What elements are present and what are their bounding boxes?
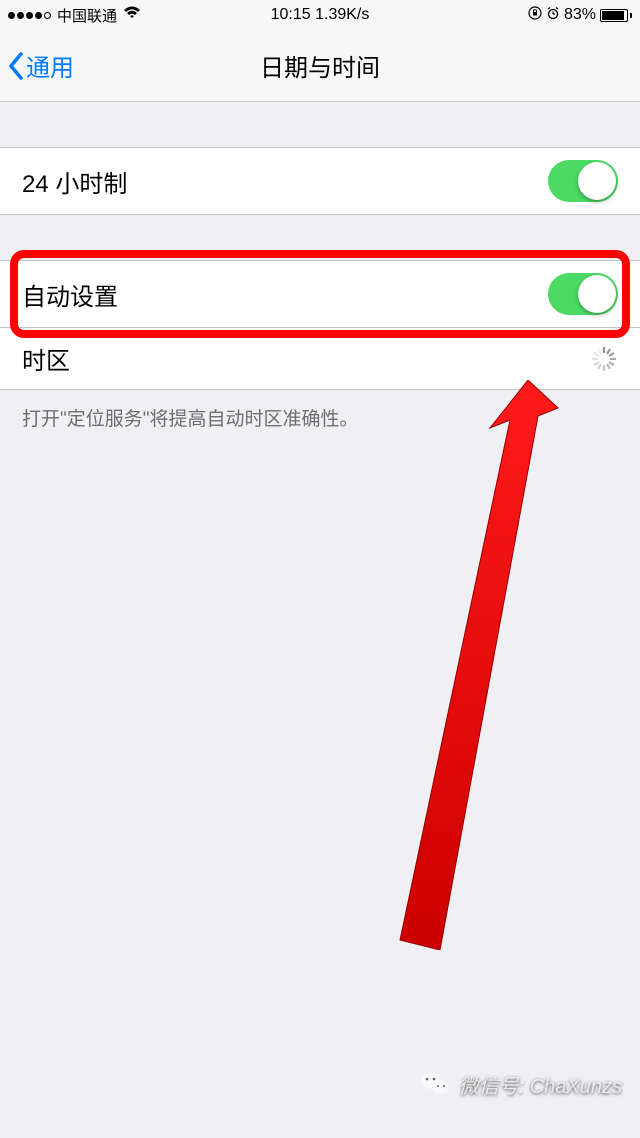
watermark-text: 微信号: ChaXunzs bbox=[459, 1070, 622, 1099]
battery-icon bbox=[600, 9, 632, 22]
toggle-24hour[interactable] bbox=[548, 160, 618, 202]
back-label: 通用 bbox=[26, 48, 74, 83]
carrier-label: 中国联通 bbox=[57, 5, 117, 26]
alarm-icon bbox=[546, 6, 560, 25]
row-auto-set-label: 自动设置 bbox=[22, 277, 118, 312]
row-24hour[interactable]: 24 小时制 bbox=[0, 147, 640, 215]
toggle-auto-set[interactable] bbox=[548, 273, 618, 315]
status-time: 10:15 1.39K/s bbox=[271, 6, 370, 24]
footer-hint: 打开"定位服务"将提高自动时区准确性。 bbox=[0, 390, 640, 445]
battery-percent: 83% bbox=[564, 6, 596, 24]
status-bar: 中国联通 10:15 1.39K/s 83% bbox=[0, 0, 640, 30]
loading-spinner-icon bbox=[590, 345, 618, 373]
watermark: 微信号: ChaXunzs bbox=[419, 1068, 622, 1100]
status-left: 中国联通 bbox=[8, 5, 141, 26]
wifi-icon bbox=[123, 6, 141, 25]
wechat-icon bbox=[419, 1068, 451, 1100]
row-auto-set[interactable]: 自动设置 bbox=[0, 260, 640, 328]
status-right: 83% bbox=[528, 6, 632, 25]
arrow-annotation bbox=[360, 380, 560, 950]
page-title: 日期与时间 bbox=[260, 48, 380, 83]
row-timezone-label: 时区 bbox=[22, 341, 70, 376]
chevron-left-icon bbox=[8, 52, 24, 80]
back-button[interactable]: 通用 bbox=[8, 48, 74, 83]
row-timezone[interactable]: 时区 bbox=[0, 328, 640, 390]
signal-strength-icon bbox=[8, 12, 51, 19]
row-24hour-label: 24 小时制 bbox=[22, 164, 127, 199]
navigation-bar: 通用 日期与时间 bbox=[0, 30, 640, 102]
lock-icon bbox=[528, 6, 542, 25]
